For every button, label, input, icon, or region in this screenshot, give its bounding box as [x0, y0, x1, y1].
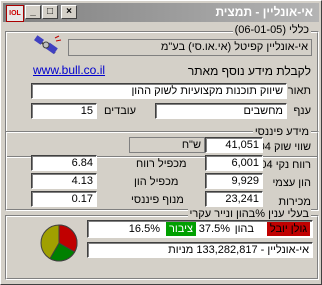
sector-field: מחשבים — [155, 103, 287, 119]
company-name-field: אי-אונליין קפיטל (אי.או.סי) בע"מ — [68, 39, 312, 56]
sales-field: 23,241 — [205, 191, 263, 207]
public-pct: 16.5% — [128, 223, 160, 235]
employees-field: 15 — [31, 103, 97, 119]
employees-label: עובדים — [104, 105, 137, 117]
title-bar[interactable]: IOL _ □ × אי-אונליין - תמצית — [3, 3, 319, 22]
description-label: תאור — [287, 85, 311, 97]
website-link[interactable]: www.bull.co.il — [33, 63, 105, 77]
sales-label: מכירות — [278, 196, 311, 208]
summary-window: IOL _ □ × אי-אונליין - תמצית כללי (06-01… — [0, 0, 322, 285]
pb-field: 4.13 — [31, 173, 97, 189]
market-value-field: 41,051 — [205, 137, 263, 153]
window-title: אי-אונליין - תמצית — [215, 5, 313, 19]
general-legend: כללי (06-01-05) — [232, 24, 311, 36]
more-info-label: לקבלת מידע נוסף מאתר — [187, 64, 311, 78]
security-field: אי-אונליין - 133,282,817 מניות — [87, 242, 313, 258]
equity-field: 9,929 — [205, 173, 263, 189]
holders-legend: בעלי ענין %בהון ונייר עקרי — [187, 208, 311, 220]
net-profit-field: 6,001 — [205, 155, 263, 171]
pe-label: מכפיל רווח — [136, 158, 187, 170]
holder-pct-label: בהון — [234, 223, 254, 235]
leverage-label: מנוף פיננסי — [131, 194, 184, 206]
public-cell: ציבור — [166, 222, 196, 236]
pb-label: מכפיל הון — [134, 176, 179, 188]
description-field: שיווק תוכנות מקצועיות לשוק ההון — [31, 83, 287, 99]
equity-label: הון עצמי — [272, 177, 311, 189]
holder-name-cell: גולן יובל — [266, 222, 310, 236]
maximize-button[interactable]: □ — [42, 5, 58, 19]
app-logo-icon: IOL — [6, 5, 24, 22]
minimize-button[interactable]: _ — [25, 5, 41, 19]
holders-pie-chart — [40, 224, 78, 262]
sector-label: ענף — [293, 105, 311, 117]
leverage-field: 0.17 — [31, 191, 97, 207]
close-button[interactable]: × — [61, 5, 77, 19]
holder-row: גולן יובל בהון 37.5% ציבור 16.5% — [87, 220, 313, 238]
satellite-icon — [34, 35, 62, 55]
pe-field: 6.84 — [31, 155, 97, 171]
currency-field: ש"ח — [129, 137, 205, 153]
holder-pct: 37.5% — [198, 223, 230, 235]
